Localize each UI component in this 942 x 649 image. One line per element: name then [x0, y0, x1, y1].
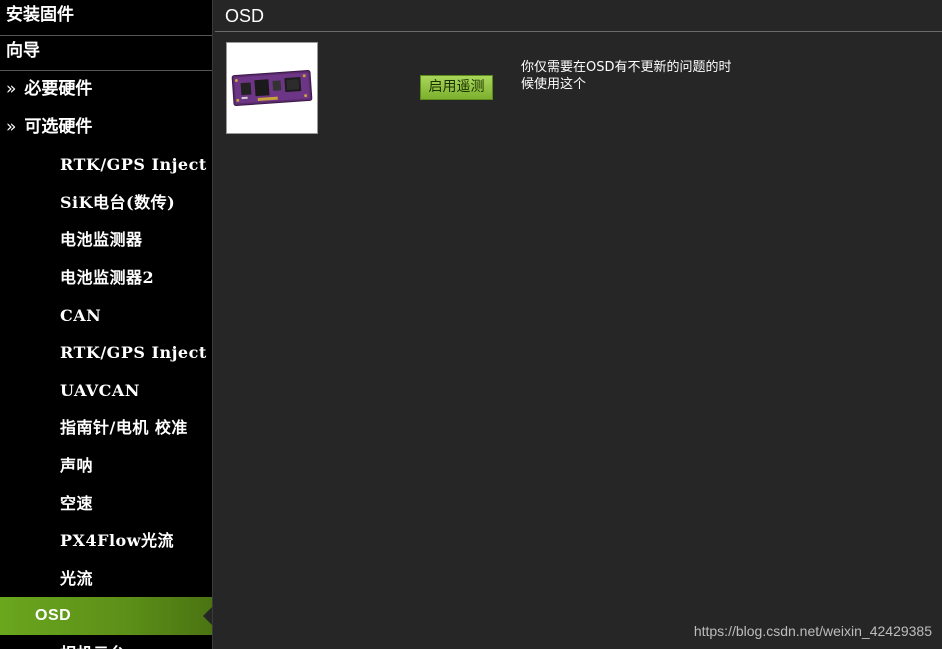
page-title: OSD: [225, 6, 265, 26]
osd-board-image: [226, 42, 318, 134]
sidebar-item-can[interactable]: CAN: [0, 297, 212, 335]
sidebar-header-wizard[interactable]: 向导: [0, 36, 212, 71]
sidebar-item-optical-flow[interactable]: 光流: [0, 560, 212, 598]
osd-description: 你仅需要在OSD有不更新的问题的时候使用这个: [521, 60, 732, 92]
osd-board-icon: [231, 69, 313, 107]
sidebar-item-battery-monitor-2[interactable]: 电池监测器2: [0, 259, 212, 297]
sidebar-item-rtk-gps-inject[interactable]: RTK/GPS Inject: [0, 146, 212, 184]
sidebar-item-osd[interactable]: OSD: [0, 597, 212, 635]
sidebar-item-label: 可选硬件: [24, 116, 93, 137]
sidebar-item-compass-motor-calibration[interactable]: 指南针/电机 校准: [0, 409, 212, 447]
title-divider: [215, 31, 942, 32]
expand-arrow-icon: »: [6, 79, 17, 99]
sidebar-item-optional-hardware[interactable]: » 可选硬件: [0, 109, 212, 147]
sidebar: 安装固件 向导 » 必要硬件 » 可选硬件 RTK/GPS Inject SiK电台…: [0, 0, 213, 649]
expand-arrow-icon: »: [6, 116, 17, 137]
enable-telemetry-button[interactable]: 启用遥测: [420, 75, 493, 100]
sidebar-item-rtk-gps-inject-2[interactable]: RTK/GPS Inject: [0, 334, 212, 372]
sidebar-header-install-firmware[interactable]: 安装固件: [0, 0, 212, 36]
sidebar-item-camera-gimbal[interactable]: 相机云台: [0, 635, 212, 649]
sidebar-item-label: 必要硬件: [24, 79, 93, 99]
sidebar-item-sonar[interactable]: 声呐: [0, 447, 212, 485]
sidebar-item-mandatory-hardware[interactable]: » 必要硬件: [0, 71, 212, 109]
sidebar-item-airspeed[interactable]: 空速: [0, 485, 212, 523]
sidebar-item-uavcan[interactable]: UAVCAN: [0, 372, 212, 410]
watermark-url: https://blog.csdn.net/weixin_42429385: [693, 623, 932, 639]
sidebar-item-sik-radio[interactable]: SiK电台(数传): [0, 184, 212, 222]
sidebar-item-battery-monitor[interactable]: 电池监测器: [0, 221, 212, 259]
sidebar-item-px4flow[interactable]: PX4Flow光流: [0, 522, 212, 560]
